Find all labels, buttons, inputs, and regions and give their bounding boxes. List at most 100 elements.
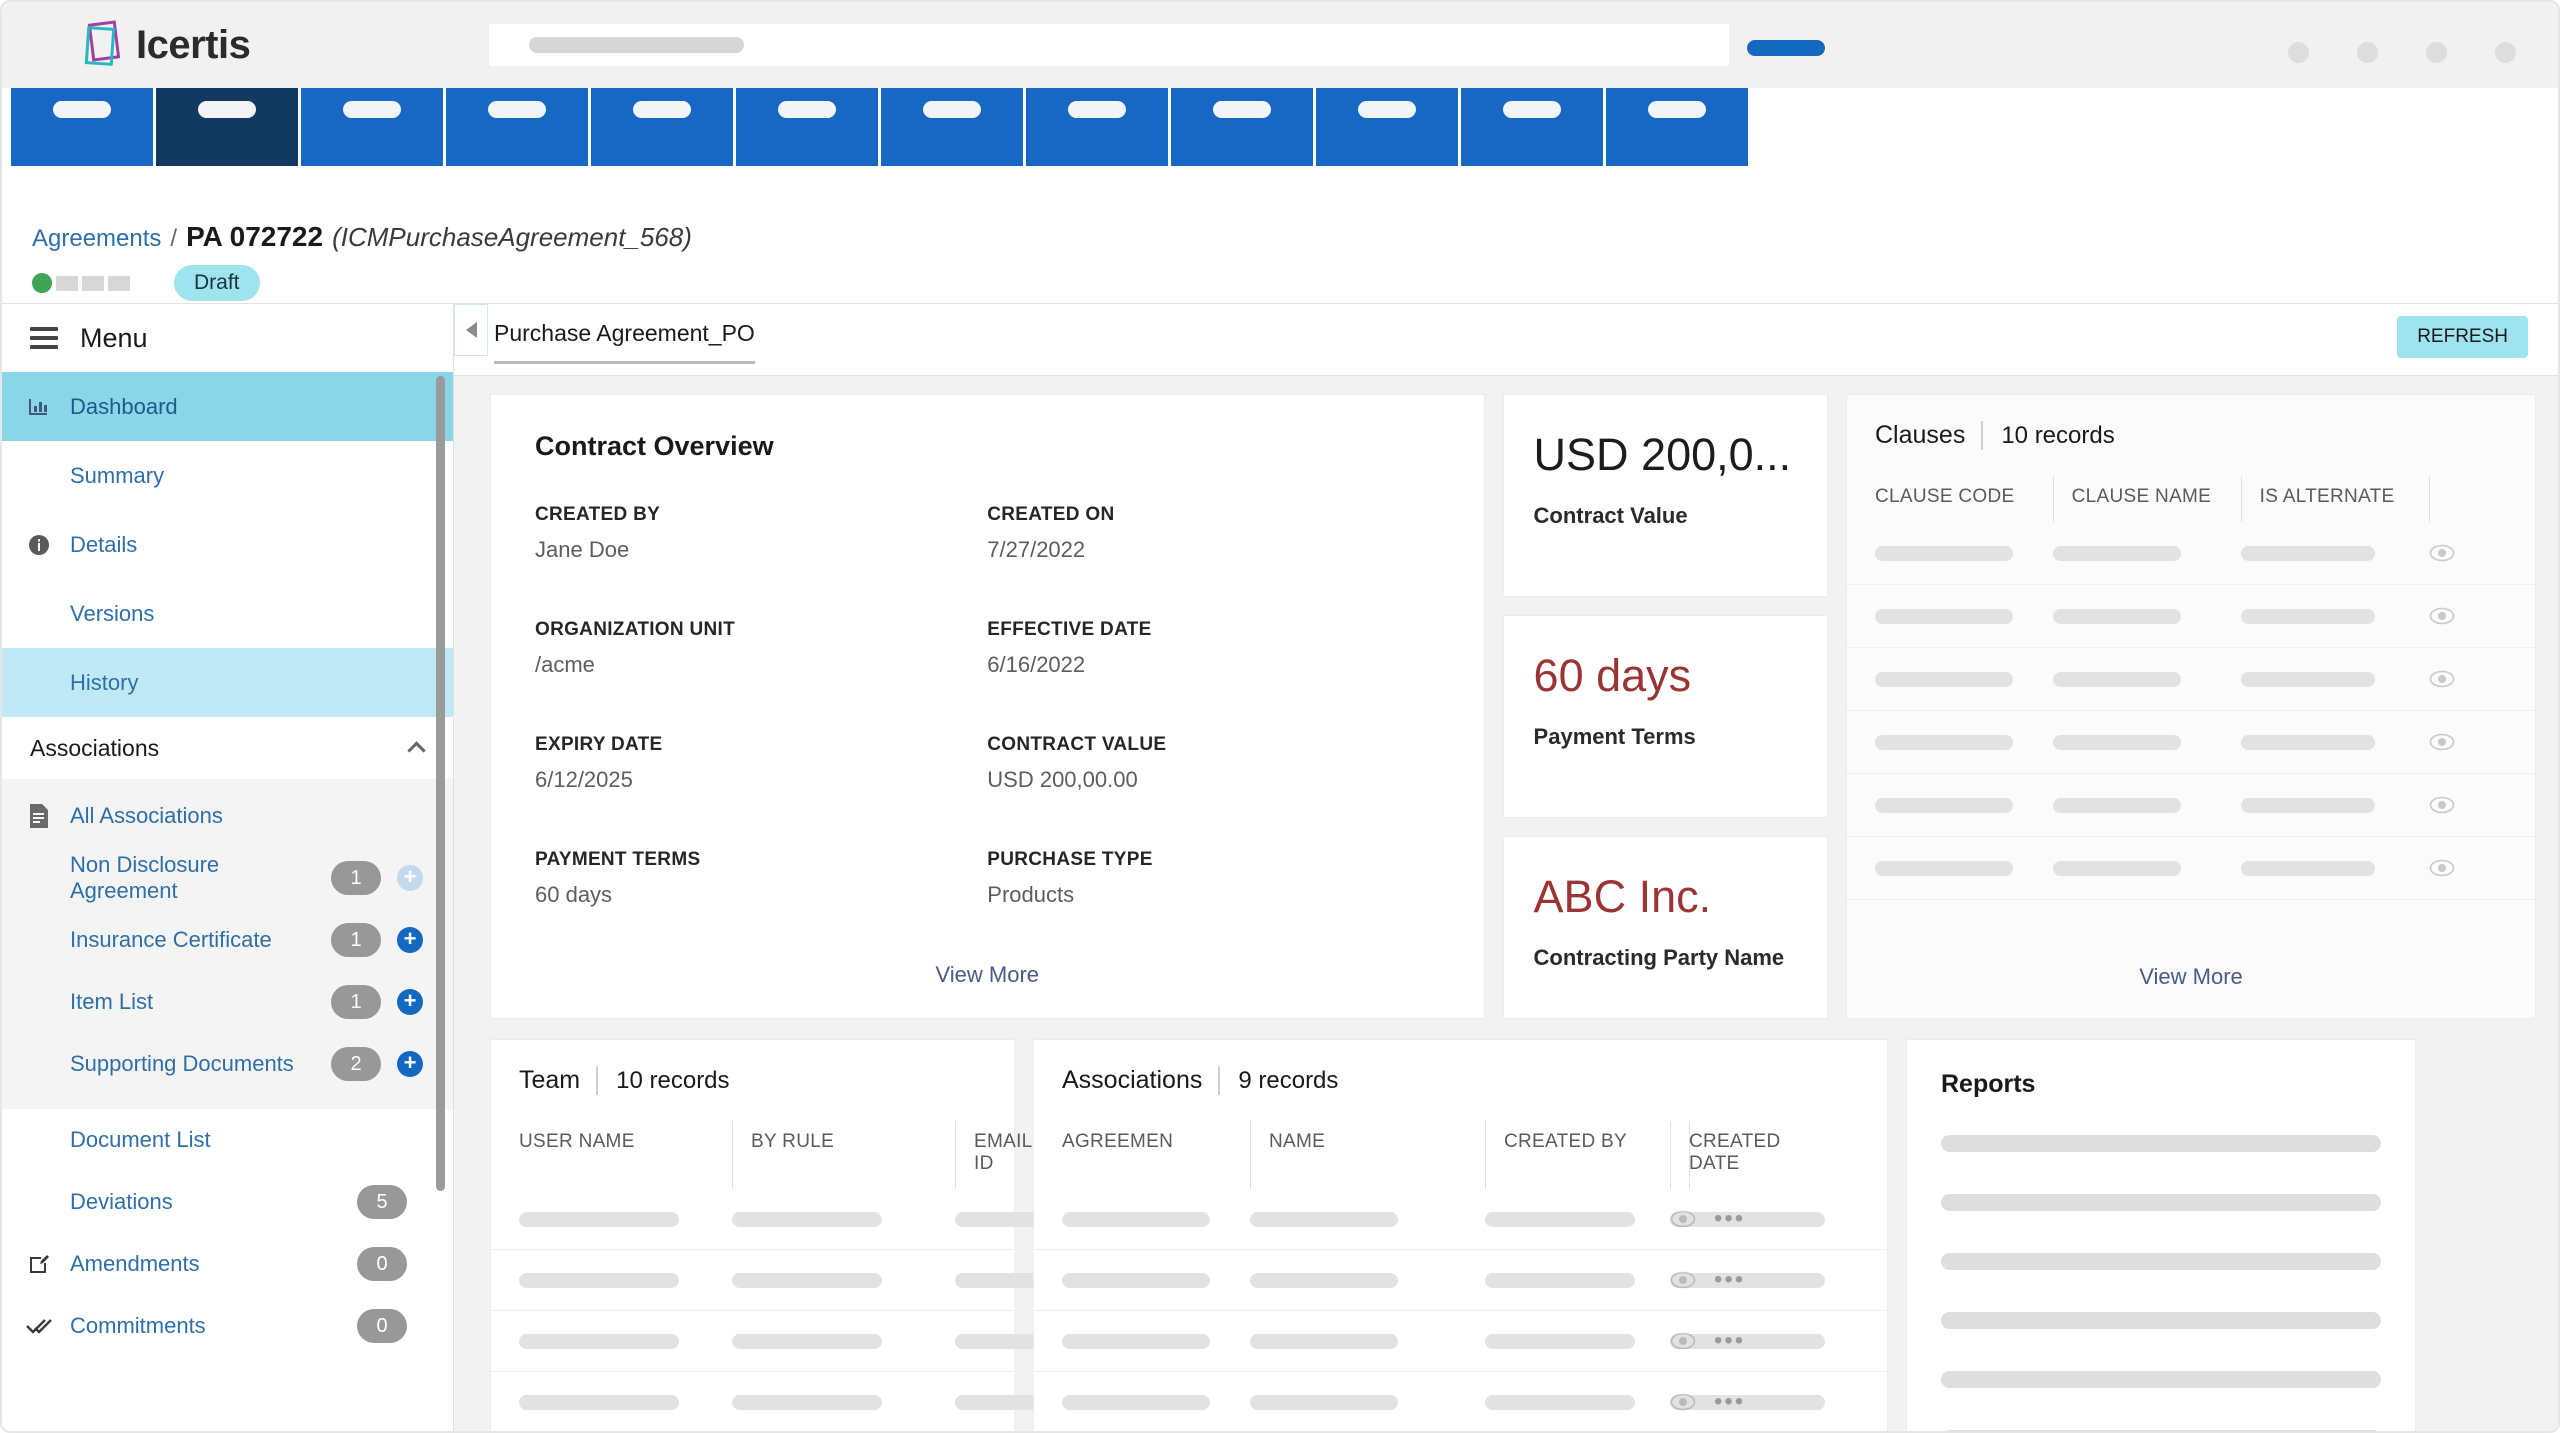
column-header[interactable]: CLAUSE NAME: [2052, 476, 2241, 522]
breadcrumb-parent-link[interactable]: Agreements: [32, 225, 161, 253]
table-row[interactable]: [491, 1189, 1115, 1250]
clauses-view-more-link[interactable]: View More: [1847, 964, 2535, 990]
sidebar-association-row[interactable]: Supporting Documents 2 +: [2, 1033, 453, 1095]
table-row[interactable]: •••: [1034, 1189, 1887, 1250]
header-icon-1[interactable]: [2288, 42, 2309, 63]
search-input[interactable]: [489, 24, 1729, 66]
header-action-placeholder[interactable]: [1747, 40, 1825, 56]
column-header[interactable]: NAME: [1250, 1121, 1485, 1189]
column-header[interactable]: EMAIL ID: [955, 1121, 1032, 1189]
eye-icon[interactable]: [1670, 1393, 1696, 1411]
column-header[interactable]: CREATED BY: [1485, 1121, 1670, 1189]
nav-tab-2[interactable]: [156, 88, 298, 166]
nav-tab-9[interactable]: [1171, 88, 1313, 166]
cell-skeleton: [1485, 1272, 1635, 1288]
nav-tab-4[interactable]: [446, 88, 588, 166]
eye-icon[interactable]: [2429, 859, 2455, 877]
more-horizontal-icon[interactable]: •••: [1714, 1268, 1745, 1292]
report-list-item-skeleton[interactable]: [1941, 1312, 2381, 1329]
sidebar-item-commitments[interactable]: Commitments 0: [2, 1295, 453, 1357]
table-row[interactable]: •••: [1034, 1372, 1887, 1431]
more-horizontal-icon[interactable]: •••: [1714, 1390, 1745, 1414]
table-row[interactable]: [1847, 585, 2535, 648]
table-row[interactable]: •••: [1034, 1250, 1887, 1311]
status-dot: [32, 273, 52, 293]
nav-tab-7[interactable]: [881, 88, 1023, 166]
eye-icon[interactable]: [1670, 1210, 1696, 1228]
plus-icon[interactable]: +: [397, 927, 423, 953]
eye-icon[interactable]: [2429, 733, 2455, 751]
eye-icon[interactable]: [1670, 1332, 1696, 1350]
tab-purchase-agreement-po[interactable]: Purchase Agreement_PO: [494, 320, 755, 364]
sidebar-scrollbar-thumb[interactable]: [436, 376, 445, 1191]
nav-tab-8[interactable]: [1026, 88, 1168, 166]
sidebar-item-deviations[interactable]: Deviations 5: [2, 1171, 453, 1233]
brand-logo[interactable]: Icertis: [84, 20, 414, 70]
field-label: PURCHASE TYPE: [987, 849, 1153, 870]
collapse-sidebar-button[interactable]: [454, 304, 488, 356]
sidebar-item-document-list[interactable]: Document List: [2, 1109, 453, 1171]
eye-icon[interactable]: [1670, 1271, 1696, 1289]
team-record-count: 10 records: [616, 1067, 730, 1094]
eye-icon[interactable]: [2429, 607, 2455, 625]
table-row[interactable]: [1847, 648, 2535, 711]
cell-skeleton: [2241, 671, 2376, 687]
association-count-badge: 1: [331, 985, 381, 1019]
table-row[interactable]: [1847, 711, 2535, 774]
nav-tab-1[interactable]: [11, 88, 153, 166]
kpi-value: 60 days: [1533, 650, 1692, 701]
refresh-button[interactable]: REFRESH: [2397, 316, 2528, 358]
plus-icon[interactable]: +: [397, 989, 423, 1015]
sidebar-item-history[interactable]: History: [2, 648, 453, 717]
overview-view-more-link[interactable]: View More: [491, 962, 1484, 988]
column-header[interactable]: USER NAME: [519, 1121, 732, 1189]
nav-tab-5[interactable]: [591, 88, 733, 166]
table-row[interactable]: [1847, 837, 2535, 900]
table-row[interactable]: [1847, 774, 2535, 837]
nav-tab-6[interactable]: [736, 88, 878, 166]
sidebar-item-dashboard[interactable]: Dashboard: [2, 372, 453, 441]
table-row[interactable]: [491, 1372, 1115, 1431]
sidebar-item-summary[interactable]: Summary: [2, 441, 453, 510]
plus-icon[interactable]: +: [397, 865, 423, 891]
column-header[interactable]: BY RULE: [732, 1121, 955, 1189]
sidebar-item-amendments[interactable]: Amendments 0: [2, 1233, 453, 1295]
sidebar-menu-header[interactable]: Menu: [2, 304, 453, 372]
report-list-item-skeleton[interactable]: [1941, 1194, 2381, 1211]
report-list-item-skeleton[interactable]: [1941, 1371, 2381, 1388]
header-icon-2[interactable]: [2357, 42, 2378, 63]
report-list-item-skeleton[interactable]: [1941, 1135, 2381, 1152]
sidebar-item-details[interactable]: Details: [2, 510, 453, 579]
sidebar-association-row[interactable]: Item List 1 +: [2, 971, 453, 1033]
sidebar-item-all-associations[interactable]: All Associations: [2, 785, 453, 847]
more-horizontal-icon[interactable]: •••: [1714, 1329, 1745, 1353]
nav-tab-11[interactable]: [1461, 88, 1603, 166]
eye-icon[interactable]: [2429, 670, 2455, 688]
column-header[interactable]: CREATED DATE: [1670, 1121, 1780, 1189]
header-icon-3[interactable]: [2426, 42, 2447, 63]
sidebar-item-versions[interactable]: Versions: [2, 579, 453, 648]
eye-icon[interactable]: [2429, 796, 2455, 814]
plus-icon[interactable]: +: [397, 1051, 423, 1077]
column-header[interactable]: AGREEMEN: [1062, 1121, 1250, 1189]
report-list-item-skeleton[interactable]: [1941, 1253, 2381, 1270]
table-row[interactable]: [491, 1250, 1115, 1311]
column-header[interactable]: CLAUSE CODE: [1875, 476, 2053, 522]
report-list-item-skeleton[interactable]: [1941, 1430, 2381, 1431]
column-header[interactable]: IS ALTERNATE: [2240, 476, 2429, 522]
sidebar-association-row[interactable]: Insurance Certificate 1 +: [2, 909, 453, 971]
eye-icon[interactable]: [2429, 544, 2455, 562]
more-horizontal-icon[interactable]: •••: [1714, 1207, 1745, 1231]
cell-skeleton: [2241, 860, 2376, 876]
nav-tab-10[interactable]: [1316, 88, 1458, 166]
sidebar-associations-section-header[interactable]: Associations: [2, 717, 453, 779]
chevron-up-icon[interactable]: [407, 741, 426, 760]
table-row[interactable]: [491, 1311, 1115, 1372]
sidebar-association-row[interactable]: Non Disclosure Agreement 1 +: [2, 847, 453, 909]
nav-tab-12[interactable]: [1606, 88, 1748, 166]
nav-tab-3[interactable]: [301, 88, 443, 166]
hamburger-icon[interactable]: [30, 327, 58, 349]
table-row[interactable]: [1847, 522, 2535, 585]
table-row[interactable]: •••: [1034, 1311, 1887, 1372]
avatar[interactable]: [2495, 42, 2516, 63]
